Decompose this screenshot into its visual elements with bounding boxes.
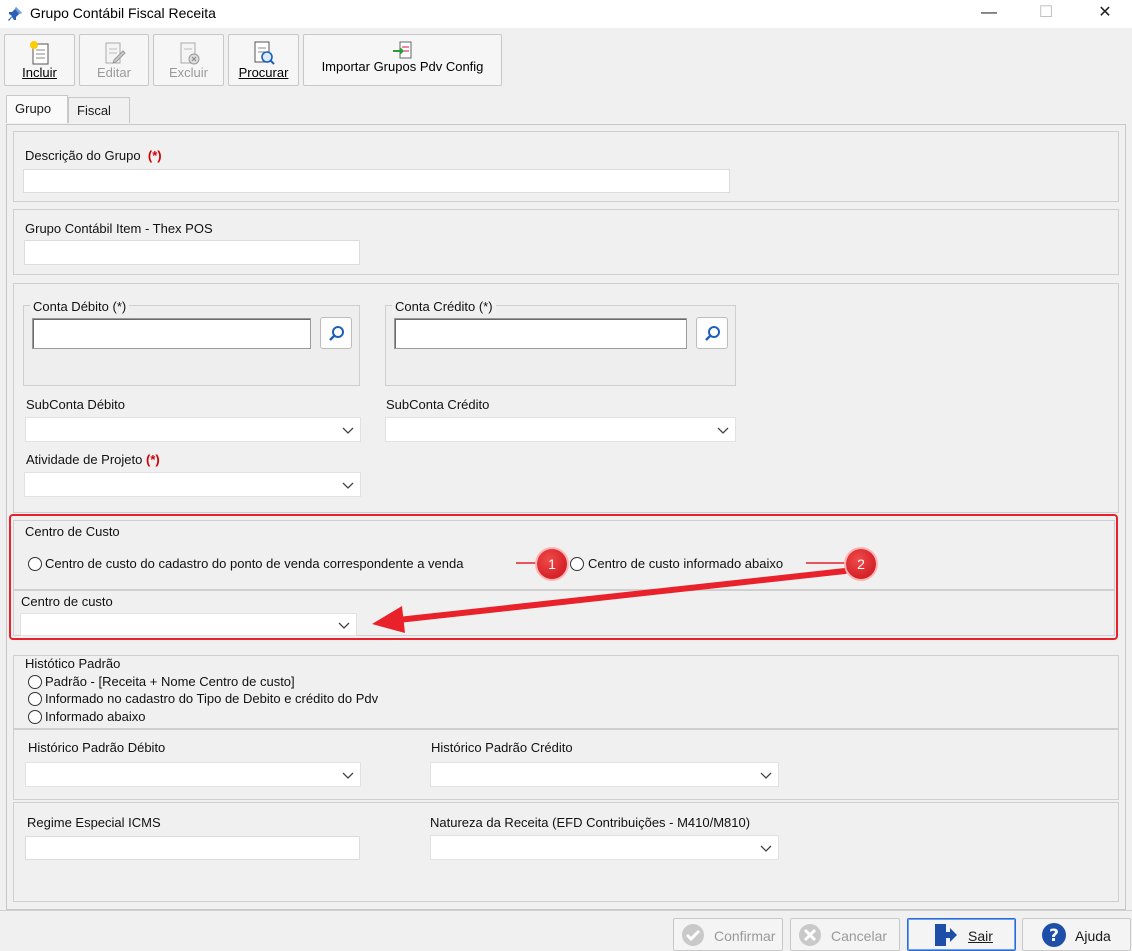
cancelar-button[interactable]: Cancelar: [790, 918, 900, 951]
chevron-down-icon: [760, 772, 772, 779]
cancel-icon: [799, 924, 821, 946]
cancelar-label: Cancelar: [831, 928, 888, 944]
chevron-down-icon: [342, 772, 354, 779]
historico-label: Histótico Padrão: [25, 656, 121, 671]
footer-bar: Confirmar Cancelar Sair ? Ajuda: [0, 910, 1132, 951]
annotation-badge-1: 1: [537, 549, 567, 579]
historico-debito-label: Histórico Padrão Débito: [28, 740, 166, 755]
svg-text:?: ?: [1049, 926, 1059, 946]
annotation-badge-2: 2: [846, 549, 876, 579]
confirmar-label: Confirmar: [714, 928, 776, 944]
natureza-select[interactable]: [430, 835, 779, 860]
historico-option1-label[interactable]: Padrão - [Receita + Nome Centro de custo…: [45, 674, 295, 689]
historico-option1-radio[interactable]: [28, 675, 42, 689]
sair-button[interactable]: Sair: [907, 918, 1016, 951]
ajuda-button[interactable]: ? Ajuda: [1022, 918, 1131, 951]
historico-debito-select[interactable]: [25, 762, 361, 787]
check-icon: [682, 924, 704, 946]
historico-credito-select[interactable]: [430, 762, 779, 787]
regime-label: Regime Especial ICMS: [27, 815, 161, 830]
historico-option3-label[interactable]: Informado abaixo: [45, 709, 145, 724]
historico-credito-label: Histórico Padrão Crédito: [431, 740, 573, 755]
natureza-label: Natureza da Receita (EFD Contribuições -…: [430, 815, 751, 830]
help-icon: ?: [1042, 923, 1066, 947]
chevron-down-icon: [760, 845, 772, 852]
tab-grupo[interactable]: Grupo: [6, 95, 68, 123]
confirmar-button[interactable]: Confirmar: [673, 918, 783, 951]
sair-label: Sair: [968, 928, 993, 944]
regime-input[interactable]: [25, 836, 360, 860]
exit-icon: [935, 924, 957, 946]
historico-option2-label[interactable]: Informado no cadastro do Tipo de Debito …: [45, 691, 378, 706]
historico-option2-radio[interactable]: [28, 692, 42, 706]
annotation-arrow: [372, 568, 848, 633]
historico-option3-radio[interactable]: [28, 710, 42, 724]
ajuda-label: Ajuda: [1075, 928, 1111, 944]
